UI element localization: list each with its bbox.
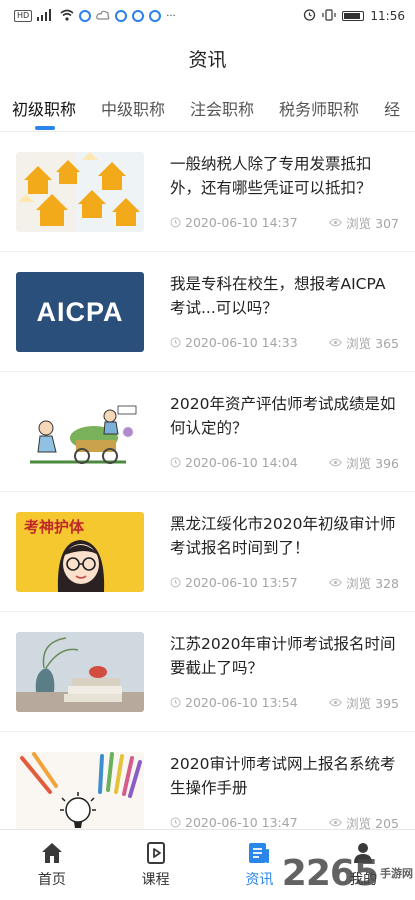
app-notification-icon bbox=[132, 10, 145, 22]
article-views: 浏览 365 bbox=[329, 333, 399, 352]
article-date: 2020-06-10 13:47 bbox=[170, 813, 298, 829]
clock-icon bbox=[170, 817, 181, 827]
thumbnail-text: AICPA bbox=[36, 297, 123, 327]
tab-label: 税务师职称 bbox=[279, 99, 360, 119]
eye-icon bbox=[329, 578, 343, 586]
status-bar: HD ··· 11:56 bbox=[0, 0, 415, 32]
status-bar-left: HD ··· bbox=[14, 8, 176, 24]
article-title: 江苏2020年审计师考试报名时间要截止了吗？ bbox=[170, 634, 396, 677]
watermark-text: 手游网 bbox=[380, 866, 413, 880]
course-icon bbox=[146, 842, 165, 864]
site-watermark: 2265 手游网 bbox=[282, 853, 413, 894]
tab-economist-title[interactable]: 经 bbox=[372, 84, 413, 131]
app-notification-icon bbox=[115, 10, 128, 22]
tab-intermediate-title[interactable]: 中级职称 bbox=[89, 84, 178, 131]
article-views: 浏览 307 bbox=[329, 213, 399, 232]
tab-junior-title[interactable]: 初级职称 bbox=[0, 84, 89, 131]
article-date: 2020-06-10 14:37 bbox=[170, 213, 298, 232]
eye-icon bbox=[329, 818, 343, 826]
tab-cpa-title[interactable]: 注会职称 bbox=[178, 84, 267, 131]
tab-tax-agent-title[interactable]: 税务师职称 bbox=[267, 84, 372, 131]
nav-home[interactable]: 首页 bbox=[0, 830, 104, 900]
clock-icon bbox=[170, 577, 181, 587]
article-thumbnail: 考神护体 bbox=[16, 511, 144, 592]
tab-label: 注会职称 bbox=[190, 99, 255, 119]
home-icon bbox=[41, 843, 62, 863]
signal-icon bbox=[37, 8, 55, 24]
article-date: 2020-06-10 13:57 bbox=[170, 573, 298, 592]
active-tab-indicator bbox=[34, 125, 55, 130]
eye-icon bbox=[329, 218, 343, 226]
more-notifications: ··· bbox=[166, 10, 176, 22]
list-item[interactable]: AICPA 我是专科在校生，想报考AICPA考试...可以吗？ 2020-06-… bbox=[0, 252, 415, 372]
article-date: 2020-06-10 14:04 bbox=[170, 453, 298, 472]
battery-icon bbox=[342, 11, 365, 21]
vibrate-icon bbox=[322, 8, 337, 24]
article-title: 黑龙江绥化市2020年初级审计师考试报名时间到了！ bbox=[170, 514, 396, 557]
news-icon bbox=[249, 843, 270, 863]
alarm-icon bbox=[303, 8, 316, 24]
list-item[interactable]: 一般纳税人除了专用发票抵扣外，还有哪些凭证可以抵扣？ 2020-06-10 14… bbox=[0, 132, 415, 252]
article-title: 2020审计师考试网上报名系统考生操作手册 bbox=[170, 754, 396, 797]
article-views: 浏览 396 bbox=[329, 453, 399, 472]
article-views: 浏览 395 bbox=[329, 693, 399, 712]
article-date: 2020-06-10 14:33 bbox=[170, 333, 298, 352]
article-title: 我是专科在校生，想报考AICPA考试...可以吗？ bbox=[170, 274, 386, 317]
clock-icon bbox=[170, 217, 181, 227]
eye-icon bbox=[329, 458, 343, 466]
list-item[interactable]: 2020审计师考试网上报名系统考生操作手册 2020-06-10 13:47 浏… bbox=[0, 732, 415, 829]
status-bar-right: 11:56 bbox=[303, 8, 405, 24]
nav-label: 首页 bbox=[37, 872, 66, 888]
eye-icon bbox=[329, 338, 343, 346]
app-notification-icon bbox=[79, 10, 92, 22]
app-bar: 资讯 bbox=[0, 32, 415, 84]
article-thumbnail bbox=[16, 631, 144, 712]
article-thumbnail: AICPA bbox=[16, 271, 144, 352]
article-views: 浏览 328 bbox=[329, 573, 399, 592]
watermark-number: 2265 bbox=[281, 853, 379, 894]
article-list: 一般纳税人除了专用发票抵扣外，还有哪些凭证可以抵扣？ 2020-06-10 14… bbox=[0, 132, 415, 829]
tab-label: 经 bbox=[384, 99, 401, 119]
nav-label: 课程 bbox=[141, 872, 170, 888]
cloud-icon bbox=[96, 9, 110, 24]
hd-badge: HD bbox=[14, 10, 33, 22]
nav-label: 资讯 bbox=[245, 872, 274, 888]
list-item[interactable]: 2020年资产评估师考试成绩是如何认定的？ 2020-06-10 14:04 浏… bbox=[0, 372, 415, 492]
app-notification-icon bbox=[149, 10, 162, 22]
article-title: 2020年资产评估师考试成绩是如何认定的？ bbox=[170, 394, 396, 437]
article-title: 一般纳税人除了专用发票抵扣外，还有哪些凭证可以抵扣？ bbox=[170, 154, 372, 197]
tab-label: 初级职称 bbox=[12, 99, 77, 119]
article-thumbnail bbox=[16, 391, 144, 472]
nav-course[interactable]: 课程 bbox=[104, 830, 208, 900]
clock-icon bbox=[170, 697, 181, 707]
article-views: 浏览 205 bbox=[329, 813, 399, 829]
list-item[interactable]: 考神护体 黑龙江绥化市2020年初级审计师考试报名时间到了！ 2020-06-1… bbox=[0, 492, 415, 612]
eye-icon bbox=[329, 698, 343, 706]
list-item[interactable]: 江苏2020年审计师考试报名时间要截止了吗？ 2020-06-10 13:54 … bbox=[0, 612, 415, 732]
article-thumbnail bbox=[16, 151, 144, 232]
thumbnail-text: 考神护体 bbox=[24, 518, 85, 536]
category-tabs: 初级职称 中级职称 注会职称 税务师职称 经 bbox=[0, 84, 415, 132]
tab-label: 中级职称 bbox=[101, 99, 166, 119]
status-time: 11:56 bbox=[370, 9, 405, 23]
article-thumbnail bbox=[16, 751, 144, 829]
wifi-icon bbox=[60, 9, 74, 24]
page-title: 资讯 bbox=[188, 48, 227, 71]
article-date: 2020-06-10 13:54 bbox=[170, 693, 298, 712]
clock-icon bbox=[170, 337, 181, 347]
clock-icon bbox=[170, 457, 181, 467]
